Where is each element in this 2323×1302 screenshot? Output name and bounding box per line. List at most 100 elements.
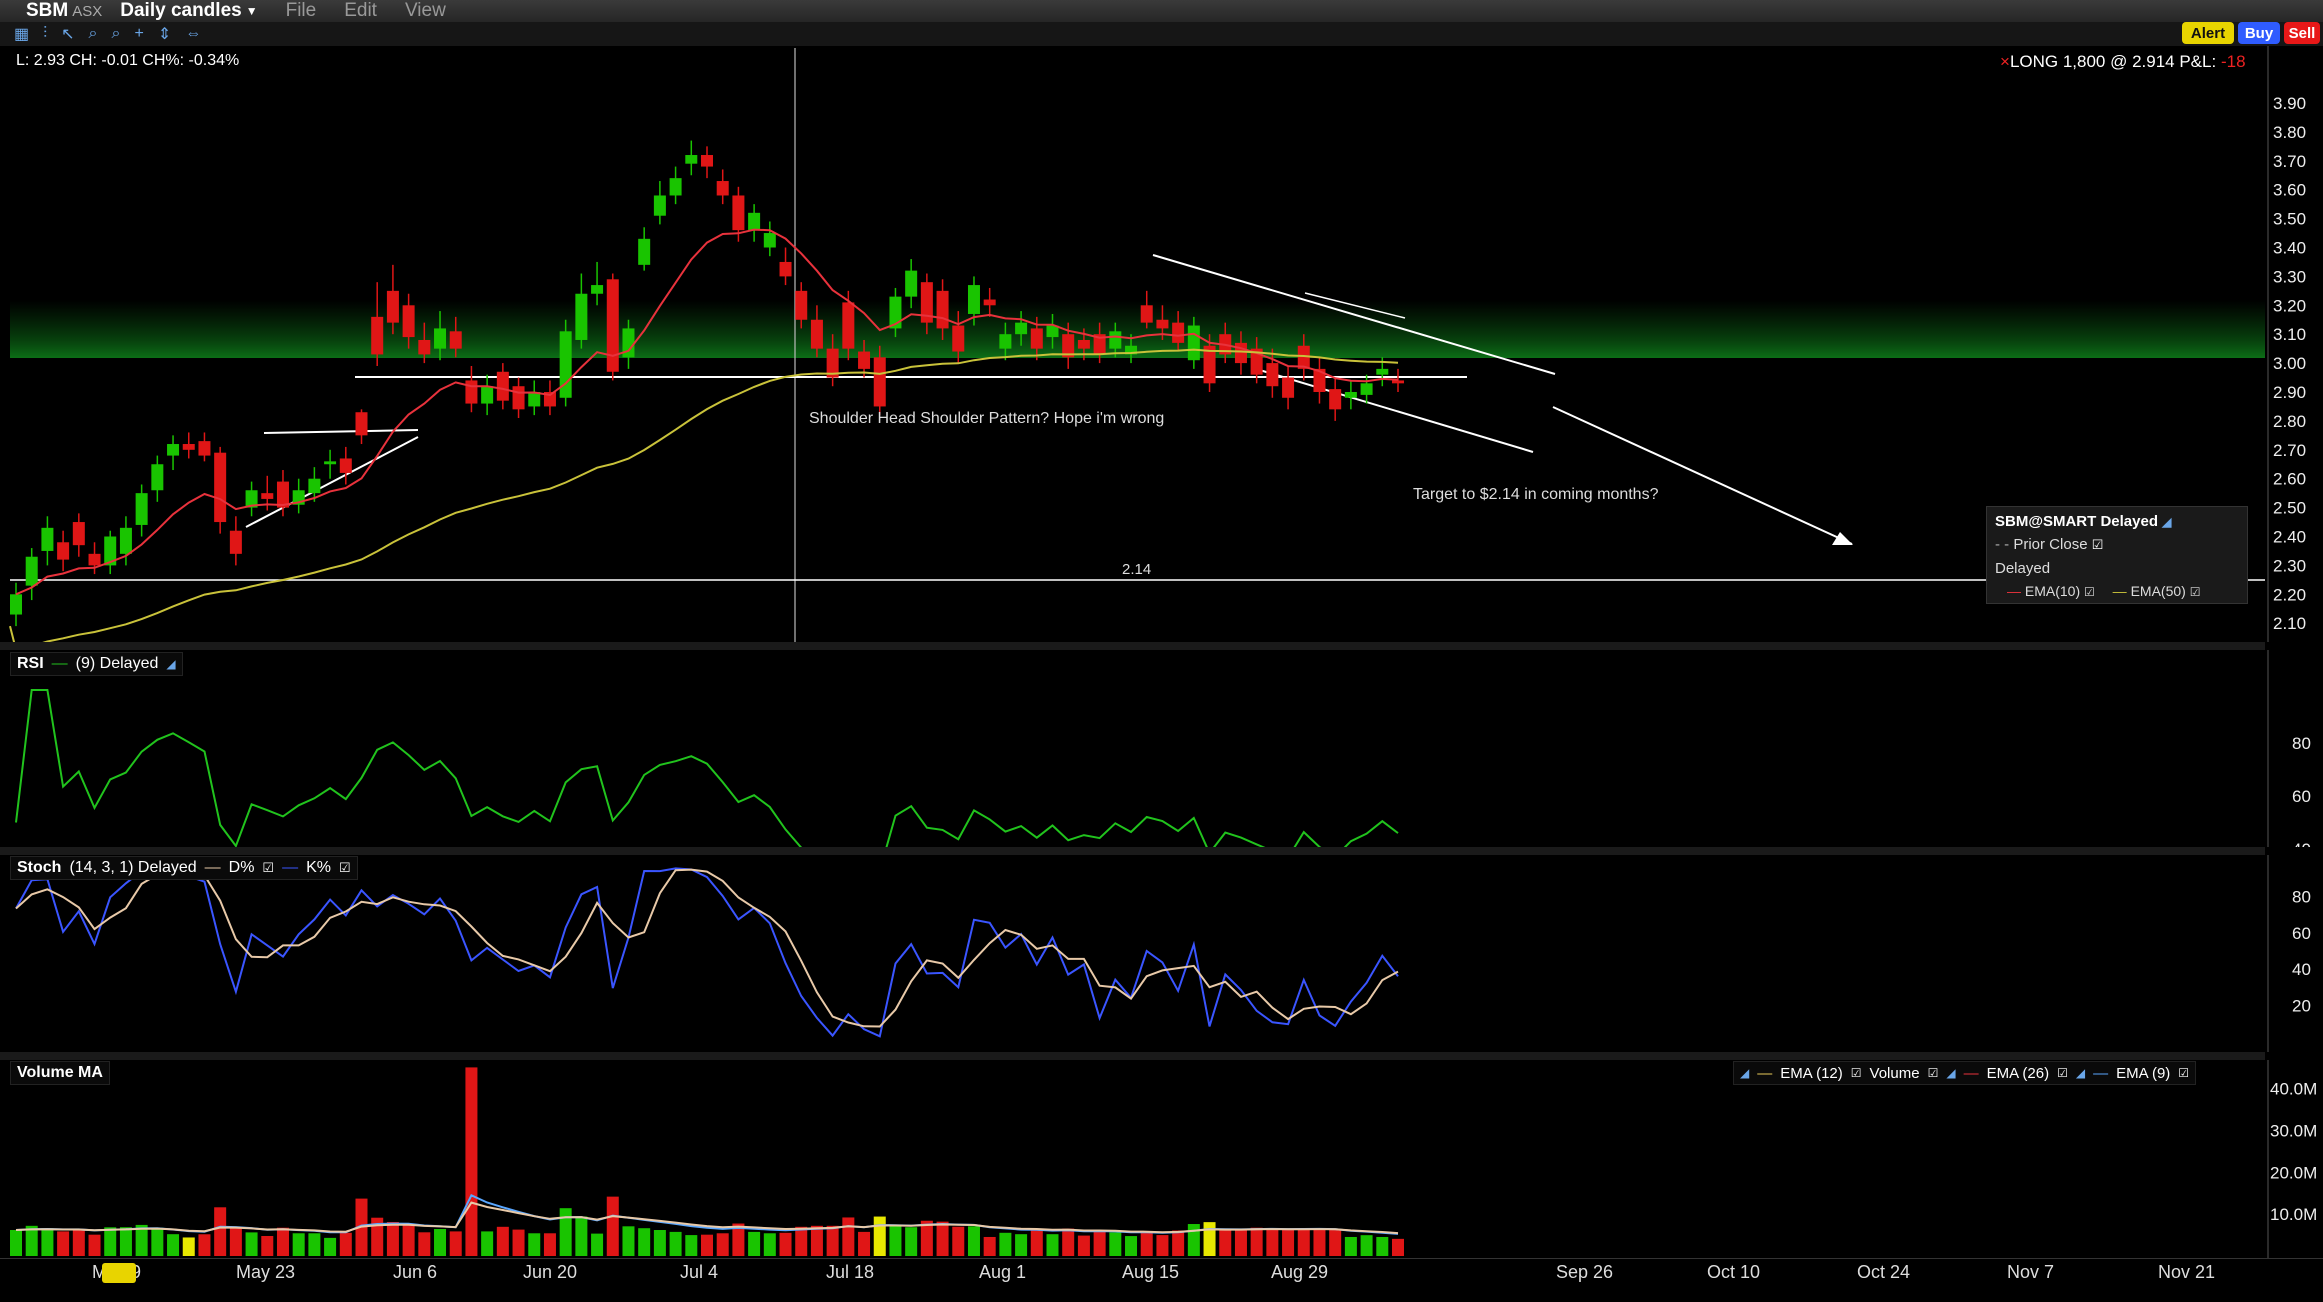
info-text: L: 2.93 CH: -0.01 CH%: -0.34%: [16, 52, 240, 69]
position-text: LONG 1,800 @ 2.914 P&L:: [2009, 52, 2217, 71]
menu-file[interactable]: File: [286, 0, 317, 22]
drawing-tools-icon[interactable]: ⇕: [158, 24, 171, 44]
zoom-out-icon[interactable]: ⌕: [112, 25, 121, 43]
legend-ema[interactable]: — EMA(10) ☑ — EMA(50) ☑: [2007, 583, 2200, 599]
price-chart[interactable]: 3.90 3.80 3.70 3.60 3.50 3.40 3.30 3.20 3.10 3.00…: [0, 46, 2323, 642]
volume-bar: [1172, 1230, 1185, 1256]
pin-icon[interactable]: ◢: [166, 657, 175, 671]
time-axis[interactable]: May 9May 23Jun 6Jun 20Jul 4Jul 18Aug 1Au…: [0, 1258, 2323, 1302]
checkbox-icon: ☑: [2091, 537, 2104, 552]
legend-prior-close[interactable]: - - Prior Close ☑: [1995, 536, 2103, 553]
panel-separator[interactable]: [0, 642, 2265, 650]
bars-icon[interactable]: ⫶: [43, 25, 47, 43]
checkbox-icon[interactable]: ☑: [339, 860, 351, 876]
chart-toolbar: ▦ ⫶ ↖ ⌕ ⌕ + ⇕ ⇔: [0, 22, 2323, 46]
close-icon[interactable]: ×: [2000, 52, 2010, 71]
volume-bar: [858, 1231, 871, 1256]
volume-bar: [1329, 1230, 1342, 1256]
pin-icon: ◢: [2162, 515, 2172, 529]
volume-bar: [292, 1233, 305, 1256]
volume-bar: [104, 1227, 117, 1256]
volume-title: Volume MA: [17, 1064, 103, 1081]
arrow-head-icon: [1832, 532, 1853, 545]
stoch-params: (14, 3, 1) Delayed: [69, 859, 197, 876]
period-selector[interactable]: Daily candles: [120, 0, 241, 22]
candle-body: [732, 195, 745, 231]
candle-body: [1187, 325, 1200, 361]
price-tick-label: 2.80: [2273, 412, 2306, 431]
candle-body: [308, 478, 321, 494]
candle-body: [1376, 368, 1389, 375]
volume-bar: [669, 1231, 682, 1256]
candle-body: [119, 527, 132, 554]
target-annotation[interactable]: Target to $2.14 in coming months?: [1413, 486, 1658, 504]
stoch-label[interactable]: Stoch (14, 3, 1) Delayed — D% ☑ — K% ☑: [10, 856, 358, 880]
volume-bar: [41, 1228, 54, 1256]
symbol-label[interactable]: SBM: [26, 0, 68, 22]
rsi-label[interactable]: RSI — (9) Delayed ◢: [10, 652, 183, 676]
volume-bar: [434, 1229, 447, 1256]
candle-body: [559, 331, 572, 398]
stoch-panel[interactable]: 80 60 40 20: [0, 855, 2323, 1052]
volume-bar: [826, 1225, 839, 1256]
volume-bar: [1219, 1230, 1232, 1256]
rsi-params: (9) Delayed: [75, 655, 159, 672]
volume-bar: [1109, 1232, 1122, 1256]
candle-body: [701, 155, 713, 167]
candle-body: [716, 181, 729, 196]
panel-separator[interactable]: [0, 847, 2265, 855]
time-axis-label: Oct 24: [1857, 1262, 1911, 1282]
volume-tick-label: 10.0M: [2270, 1205, 2317, 1224]
candle-body: [355, 412, 368, 436]
chart-type-icon[interactable]: ▦: [14, 24, 29, 44]
volume-bar: [622, 1226, 635, 1256]
pattern-annotation[interactable]: Shoulder Head Shoulder Pattern? Hope i'm…: [809, 410, 1164, 428]
legend-title: SBM@SMART Delayed ◢: [1995, 513, 2172, 530]
price-tick-label: 2.30: [2273, 556, 2306, 575]
candle-body: [842, 302, 855, 349]
series-legend[interactable]: SBM@SMART Delayed ◢ - - Prior Close ☑ De…: [1986, 506, 2248, 604]
crosshair-icon[interactable]: +: [134, 25, 143, 43]
pointer-icon[interactable]: ↖: [61, 24, 74, 44]
price-tick-label: 3.20: [2273, 296, 2306, 315]
volume-legend[interactable]: ◢ — EMA (12) ☑ Volume ☑ ◢ — EMA (26) ☑ ◢ — EMA (9…: [1733, 1061, 2197, 1085]
candle-body: [669, 178, 682, 196]
candle-body: [135, 493, 148, 525]
candle-body: [779, 261, 792, 277]
volume-panel[interactable]: 40.0M 30.0M 20.0M 10.0M: [0, 1060, 2323, 1260]
pan-icon[interactable]: ⇔: [185, 25, 201, 43]
volume-bar: [1156, 1235, 1169, 1256]
alert-button[interactable]: Alert: [2182, 22, 2234, 44]
candle-body: [1344, 392, 1357, 398]
volume-bar: [88, 1234, 101, 1256]
volume-bar: [1077, 1235, 1090, 1256]
volume-bar: [72, 1229, 85, 1256]
menu-edit[interactable]: Edit: [344, 0, 377, 22]
zoom-in-icon[interactable]: ⌕: [89, 25, 98, 43]
volume-bar: [1015, 1234, 1028, 1256]
volume-bar: [606, 1196, 619, 1256]
menu-view[interactable]: View: [405, 0, 446, 22]
volume-bar: [1062, 1228, 1075, 1256]
checkbox-icon[interactable]: ☑: [262, 860, 274, 876]
candle-body: [198, 441, 211, 456]
volume-label[interactable]: Volume MA: [10, 1061, 110, 1085]
price-tick-label: 2.70: [2273, 441, 2306, 460]
volume-bar: [1297, 1228, 1310, 1256]
volume-bar: [1282, 1230, 1295, 1256]
candle-body: [763, 233, 776, 248]
target-line-label: 2.14: [1122, 561, 1152, 578]
chevron-down-icon[interactable]: ▼: [246, 4, 258, 18]
volume-bar: [512, 1229, 525, 1256]
info-readout: L: 2.93 CH: -0.01 CH%: -0.34%: [16, 52, 239, 70]
exchange-label[interactable]: ASX: [72, 3, 102, 20]
price-tick-label: 3.90: [2273, 94, 2306, 113]
rsi-panel[interactable]: 80604020: [0, 650, 2323, 847]
panel-separator[interactable]: [0, 1052, 2265, 1060]
candle-body: [402, 305, 415, 338]
position-readout[interactable]: ×LONG 1,800 @ 2.914 P&L: -18: [2000, 52, 2246, 72]
buy-button[interactable]: Buy: [2238, 22, 2280, 44]
pnl-value: -18: [2220, 52, 2246, 71]
sell-button[interactable]: Sell: [2284, 22, 2320, 44]
volume-bar: [763, 1233, 776, 1256]
